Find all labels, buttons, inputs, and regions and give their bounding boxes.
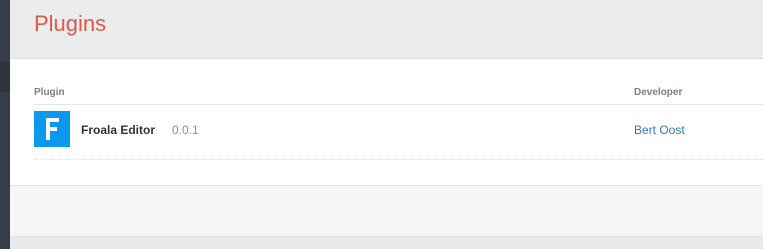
- froala-logo-icon: [34, 111, 70, 147]
- plugins-panel: Plugin Developer Froala Editor 0.0.1 Ber…: [10, 59, 763, 186]
- sidebar-active-indicator[interactable]: [0, 62, 10, 92]
- plugin-name: Froala Editor: [81, 123, 156, 137]
- table-header: Plugin Developer: [34, 85, 763, 105]
- column-header-developer: Developer: [634, 87, 683, 98]
- panel-footer-area: [10, 186, 763, 237]
- page-header: Plugins: [10, 0, 763, 59]
- left-sidebar-rail: [0, 0, 10, 249]
- table-row: Froala Editor 0.0.1 Bert Oost: [34, 105, 763, 160]
- page-title: Plugins: [34, 11, 107, 36]
- bottom-strip: [10, 237, 763, 249]
- developer-link[interactable]: Bert Oost: [634, 123, 685, 137]
- plugin-version: 0.0.1: [172, 123, 199, 137]
- column-header-plugin: Plugin: [34, 87, 65, 98]
